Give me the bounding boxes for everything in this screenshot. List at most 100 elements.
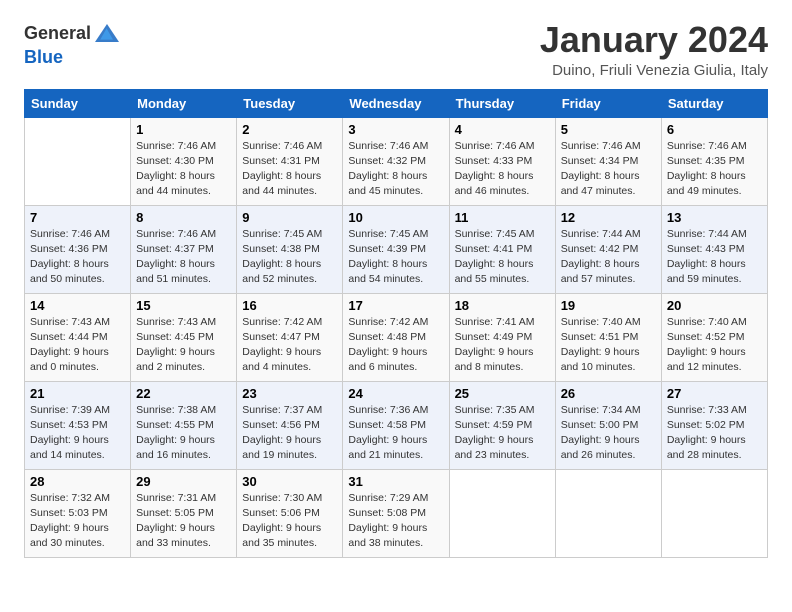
header-thursday: Thursday (449, 89, 555, 117)
day-info: Sunrise: 7:46 AMSunset: 4:33 PMDaylight:… (455, 139, 550, 200)
day-number: 6 (667, 122, 762, 137)
day-info: Sunrise: 7:45 AMSunset: 4:39 PMDaylight:… (348, 227, 443, 288)
day-number: 19 (561, 298, 656, 313)
calendar-cell: 27 Sunrise: 7:33 AMSunset: 5:02 PMDayligh… (661, 381, 767, 469)
day-info: Sunrise: 7:46 AMSunset: 4:36 PMDaylight:… (30, 227, 125, 288)
day-number: 7 (30, 210, 125, 225)
day-info: Sunrise: 7:43 AMSunset: 4:45 PMDaylight:… (136, 315, 231, 376)
calendar-cell: 3 Sunrise: 7:46 AMSunset: 4:32 PMDaylight… (343, 117, 449, 205)
day-number: 8 (136, 210, 231, 225)
day-info: Sunrise: 7:46 AMSunset: 4:35 PMDaylight:… (667, 139, 762, 200)
day-number: 9 (242, 210, 337, 225)
header-friday: Friday (555, 89, 661, 117)
day-info: Sunrise: 7:46 AMSunset: 4:34 PMDaylight:… (561, 139, 656, 200)
calendar-cell: 13 Sunrise: 7:44 AMSunset: 4:43 PMDayligh… (661, 205, 767, 293)
header-wednesday: Wednesday (343, 89, 449, 117)
day-info: Sunrise: 7:43 AMSunset: 4:44 PMDaylight:… (30, 315, 125, 376)
calendar-cell: 15 Sunrise: 7:43 AMSunset: 4:45 PMDayligh… (131, 293, 237, 381)
calendar-cell: 17 Sunrise: 7:42 AMSunset: 4:48 PMDayligh… (343, 293, 449, 381)
header-saturday: Saturday (661, 89, 767, 117)
day-number: 21 (30, 386, 125, 401)
day-number: 27 (667, 386, 762, 401)
day-info: Sunrise: 7:32 AMSunset: 5:03 PMDaylight:… (30, 491, 125, 552)
day-number: 22 (136, 386, 231, 401)
day-number: 23 (242, 386, 337, 401)
calendar-cell: 6 Sunrise: 7:46 AMSunset: 4:35 PMDaylight… (661, 117, 767, 205)
day-info: Sunrise: 7:41 AMSunset: 4:49 PMDaylight:… (455, 315, 550, 376)
calendar-week-4: 21 Sunrise: 7:39 AMSunset: 4:53 PMDayligh… (25, 381, 768, 469)
day-info: Sunrise: 7:46 AMSunset: 4:32 PMDaylight:… (348, 139, 443, 200)
calendar-cell: 26 Sunrise: 7:34 AMSunset: 5:00 PMDayligh… (555, 381, 661, 469)
day-number: 31 (348, 474, 443, 489)
calendar-cell: 12Sunrise: 7:44 AMSunset: 4:42 PMDayligh… (555, 205, 661, 293)
calendar-cell: 7 Sunrise: 7:46 AMSunset: 4:36 PMDaylight… (25, 205, 131, 293)
day-info: Sunrise: 7:37 AMSunset: 4:56 PMDaylight:… (242, 403, 337, 464)
calendar-cell: 8 Sunrise: 7:46 AMSunset: 4:37 PMDaylight… (131, 205, 237, 293)
day-number: 18 (455, 298, 550, 313)
day-info: Sunrise: 7:30 AMSunset: 5:06 PMDaylight:… (242, 491, 337, 552)
calendar-cell: 14 Sunrise: 7:43 AMSunset: 4:44 PMDayligh… (25, 293, 131, 381)
day-info: Sunrise: 7:44 AMSunset: 4:43 PMDaylight:… (667, 227, 762, 288)
day-number: 20 (667, 298, 762, 313)
day-number: 26 (561, 386, 656, 401)
day-number: 16 (242, 298, 337, 313)
day-info: Sunrise: 7:46 AMSunset: 4:37 PMDaylight:… (136, 227, 231, 288)
calendar-cell: 29 Sunrise: 7:31 AMSunset: 5:05 PMDayligh… (131, 469, 237, 557)
logo-general: General (24, 24, 91, 44)
calendar-cell: 5 Sunrise: 7:46 AMSunset: 4:34 PMDaylight… (555, 117, 661, 205)
day-number: 13 (667, 210, 762, 225)
page-header: General Blue January 2024 Duino, Friuli … (24, 20, 768, 79)
day-info: Sunrise: 7:46 AMSunset: 4:31 PMDaylight:… (242, 139, 337, 200)
day-number: 29 (136, 474, 231, 489)
day-info: Sunrise: 7:31 AMSunset: 5:05 PMDaylight:… (136, 491, 231, 552)
day-number: 15 (136, 298, 231, 313)
calendar-cell: 16Sunrise: 7:42 AMSunset: 4:47 PMDayligh… (237, 293, 343, 381)
day-number: 5 (561, 122, 656, 137)
day-info: Sunrise: 7:33 AMSunset: 5:02 PMDaylight:… (667, 403, 762, 464)
day-number: 17 (348, 298, 443, 313)
day-info: Sunrise: 7:34 AMSunset: 5:00 PMDaylight:… (561, 403, 656, 464)
calendar-cell: 18 Sunrise: 7:41 AMSunset: 4:49 PMDayligh… (449, 293, 555, 381)
day-info: Sunrise: 7:38 AMSunset: 4:55 PMDaylight:… (136, 403, 231, 464)
calendar-cell: 31 Sunrise: 7:29 AMSunset: 5:08 PMDayligh… (343, 469, 449, 557)
calendar-table: SundayMondayTuesdayWednesdayThursdayFrid… (24, 89, 768, 558)
header-sunday: Sunday (25, 89, 131, 117)
day-number: 11 (455, 210, 550, 225)
day-number: 14 (30, 298, 125, 313)
day-number: 28 (30, 474, 125, 489)
header-tuesday: Tuesday (237, 89, 343, 117)
calendar-cell: 2 Sunrise: 7:46 AMSunset: 4:31 PMDaylight… (237, 117, 343, 205)
day-number: 30 (242, 474, 337, 489)
day-info: Sunrise: 7:39 AMSunset: 4:53 PMDaylight:… (30, 403, 125, 464)
calendar-cell (555, 469, 661, 557)
calendar-cell: 22 Sunrise: 7:38 AMSunset: 4:55 PMDayligh… (131, 381, 237, 469)
day-info: Sunrise: 7:42 AMSunset: 4:48 PMDaylight:… (348, 315, 443, 376)
calendar-cell: 1Sunrise: 7:46 AMSunset: 4:30 PMDaylight… (131, 117, 237, 205)
day-info: Sunrise: 7:44 AMSunset: 4:42 PMDaylight:… (561, 227, 656, 288)
day-number: 2 (242, 122, 337, 137)
day-number: 24 (348, 386, 443, 401)
location-subtitle: Duino, Friuli Venezia Giulia, Italy (540, 62, 768, 79)
day-info: Sunrise: 7:40 AMSunset: 4:51 PMDaylight:… (561, 315, 656, 376)
calendar-cell: 21 Sunrise: 7:39 AMSunset: 4:53 PMDayligh… (25, 381, 131, 469)
day-number: 3 (348, 122, 443, 137)
day-info: Sunrise: 7:45 AMSunset: 4:41 PMDaylight:… (455, 227, 550, 288)
title-block: January 2024 Duino, Friuli Venezia Giuli… (540, 20, 768, 79)
calendar-cell: 20 Sunrise: 7:40 AMSunset: 4:52 PMDayligh… (661, 293, 767, 381)
calendar-cell: 10Sunrise: 7:45 AMSunset: 4:39 PMDayligh… (343, 205, 449, 293)
day-info: Sunrise: 7:29 AMSunset: 5:08 PMDaylight:… (348, 491, 443, 552)
day-number: 4 (455, 122, 550, 137)
calendar-cell: 28 Sunrise: 7:32 AMSunset: 5:03 PMDayligh… (25, 469, 131, 557)
day-info: Sunrise: 7:35 AMSunset: 4:59 PMDaylight:… (455, 403, 550, 464)
calendar-cell: 9Sunrise: 7:45 AMSunset: 4:38 PMDaylight… (237, 205, 343, 293)
month-title: January 2024 (540, 20, 768, 60)
day-info: Sunrise: 7:40 AMSunset: 4:52 PMDaylight:… (667, 315, 762, 376)
calendar-cell: 19 Sunrise: 7:40 AMSunset: 4:51 PMDayligh… (555, 293, 661, 381)
calendar-cell (25, 117, 131, 205)
calendar-cell: 30 Sunrise: 7:30 AMSunset: 5:06 PMDayligh… (237, 469, 343, 557)
calendar-cell: 11 Sunrise: 7:45 AMSunset: 4:41 PMDayligh… (449, 205, 555, 293)
calendar-week-2: 7 Sunrise: 7:46 AMSunset: 4:36 PMDaylight… (25, 205, 768, 293)
calendar-week-1: 1Sunrise: 7:46 AMSunset: 4:30 PMDaylight… (25, 117, 768, 205)
calendar-cell (449, 469, 555, 557)
day-number: 25 (455, 386, 550, 401)
